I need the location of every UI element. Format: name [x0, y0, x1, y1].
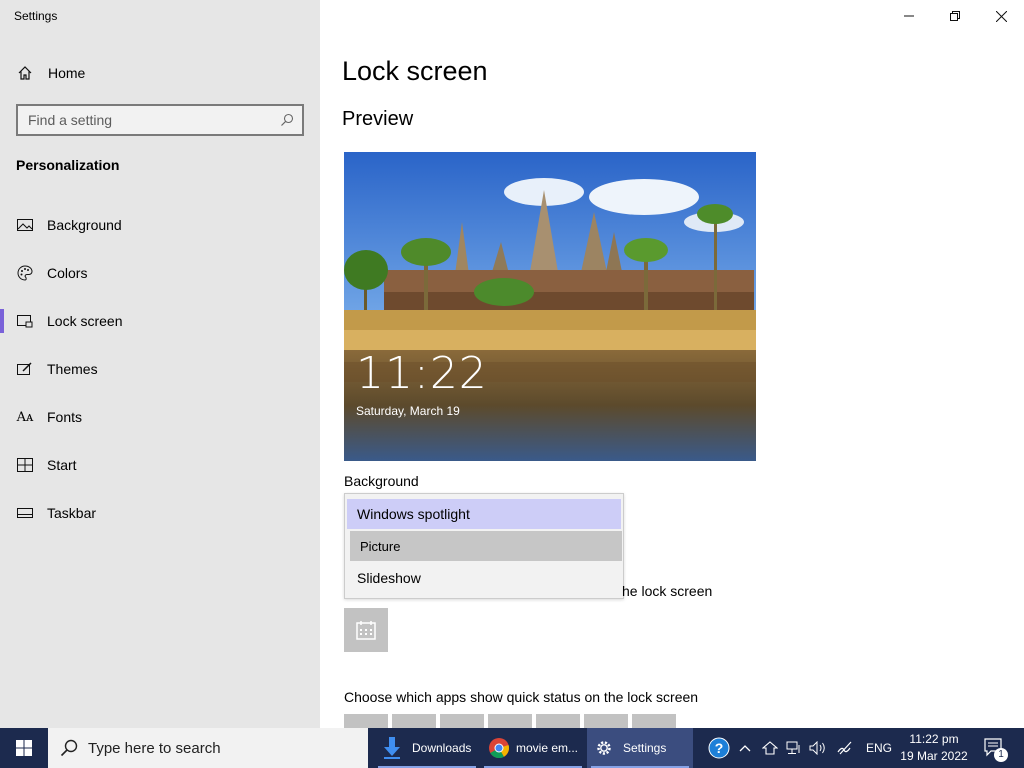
home-link[interactable]: Home [16, 60, 85, 86]
sidebar-item-label: Lock screen [47, 313, 123, 329]
section-title: Personalization [16, 157, 120, 173]
sidebar-item-themes[interactable]: Themes [0, 345, 320, 393]
lock-screen-preview: 11:22 Saturday, March 19 [344, 152, 756, 461]
app-title: Settings [14, 9, 58, 23]
svg-text:?: ? [715, 740, 724, 756]
home-icon [16, 64, 34, 82]
show-hidden-icons-chevron-icon[interactable] [736, 728, 754, 768]
find-setting-box[interactable] [16, 104, 304, 136]
start-button[interactable] [0, 728, 48, 768]
font-icon: Aᴀ [16, 409, 34, 425]
search-icon[interactable] [280, 113, 294, 127]
option-windows-spotlight[interactable]: Windows spotlight [347, 499, 621, 529]
page-title: Lock screen [342, 56, 488, 86]
quick-status-app-button[interactable] [488, 714, 532, 728]
network-icon[interactable] [783, 728, 805, 768]
quick-status-app-button[interactable] [344, 714, 388, 728]
clock-date: 19 Mar 2022 [900, 749, 968, 763]
chrome-icon [489, 738, 509, 759]
folder-download-icon [384, 737, 400, 759]
calendar-icon [356, 621, 376, 640]
sidebar-item-label: Background [47, 217, 122, 233]
palette-icon [16, 264, 34, 282]
quick-status-app-button[interactable] [632, 714, 676, 728]
windows-logo-icon [16, 740, 32, 756]
sidebar-item-fonts[interactable]: Aᴀ Fonts [0, 393, 320, 441]
sidebar-item-label: Themes [47, 361, 98, 377]
notification-count-badge: 1 [994, 748, 1008, 762]
minimize-button[interactable] [886, 0, 932, 32]
sidebar-item-lock-screen[interactable]: Lock screen [0, 297, 320, 345]
quick-status-app-button[interactable] [392, 714, 436, 728]
sidebar-nav: Background Colors Lock screen Themes Aᴀ … [0, 201, 320, 537]
preview-time: 11:22 [356, 348, 488, 399]
taskbar-app-chrome[interactable]: movie em... [480, 728, 586, 768]
sidebar-item-label: Taskbar [47, 505, 97, 521]
taskbar-icon [16, 504, 34, 522]
brush-icon [16, 360, 34, 378]
cloud-sync-icon[interactable] [759, 728, 781, 768]
home-label: Home [48, 65, 86, 81]
taskbar-app-label: Settings [623, 741, 667, 755]
background-label: Background [344, 473, 419, 489]
lock-screen-icon [16, 312, 34, 330]
preview-heading: Preview [342, 108, 414, 130]
search-icon [60, 739, 78, 757]
taskbar-clock[interactable]: 11:22 pm 19 Mar 2022 [898, 731, 970, 765]
clock-time: 11:22 pm [909, 732, 959, 746]
quick-status-apps [344, 714, 676, 728]
sidebar-item-label: Start [47, 457, 77, 473]
background-dropdown[interactable]: Windows spotlight Picture Slideshow [344, 493, 624, 599]
taskbar-search-placeholder: Type here to search [88, 739, 221, 757]
option-picture[interactable]: Picture [350, 531, 622, 561]
sidebar-item-taskbar[interactable]: Taskbar [0, 489, 320, 537]
sidebar-item-colors[interactable]: Colors [0, 249, 320, 297]
sidebar-item-label: Colors [47, 265, 88, 281]
minimize-icon [904, 15, 914, 17]
volume-icon[interactable] [807, 728, 829, 768]
restore-icon [950, 11, 960, 21]
detailed-status-label: he lock screen [622, 583, 713, 599]
quick-status-app-button[interactable] [536, 714, 580, 728]
picture-icon [16, 216, 34, 234]
taskbar-search[interactable]: Type here to search [48, 728, 368, 768]
taskbar-app-label: movie em... [516, 741, 579, 755]
taskbar: Type here to search Downloads movie em..… [0, 728, 1024, 768]
preview-date: Saturday, March 19 [356, 404, 460, 418]
close-icon [995, 10, 1007, 22]
restore-button[interactable] [932, 0, 978, 32]
option-slideshow[interactable]: Slideshow [347, 563, 621, 593]
taskbar-app-downloads[interactable]: Downloads [374, 728, 480, 768]
taskbar-app-label: Downloads [412, 741, 472, 755]
sidebar-item-label: Fonts [47, 409, 83, 425]
sidebar: Settings Home Personalization Background… [0, 0, 320, 728]
quick-status-app-button[interactable] [440, 714, 484, 728]
notifications-button[interactable]: 1 [980, 728, 1010, 768]
detailed-status-app-button[interactable] [344, 608, 388, 652]
find-setting-input[interactable] [28, 112, 268, 128]
quick-status-app-button[interactable] [584, 714, 628, 728]
taskbar-app-settings[interactable]: Settings [587, 728, 693, 768]
sidebar-item-background[interactable]: Background [0, 201, 320, 249]
pen-ink-icon[interactable] [834, 728, 856, 768]
help-icon[interactable]: ? [706, 728, 732, 768]
close-button[interactable] [978, 0, 1024, 32]
sidebar-item-start[interactable]: Start [0, 441, 320, 489]
start-icon [16, 456, 34, 474]
language-indicator[interactable]: ENG [864, 728, 894, 768]
gear-icon [597, 741, 611, 755]
quick-status-label: Choose which apps show quick status on t… [344, 689, 699, 705]
